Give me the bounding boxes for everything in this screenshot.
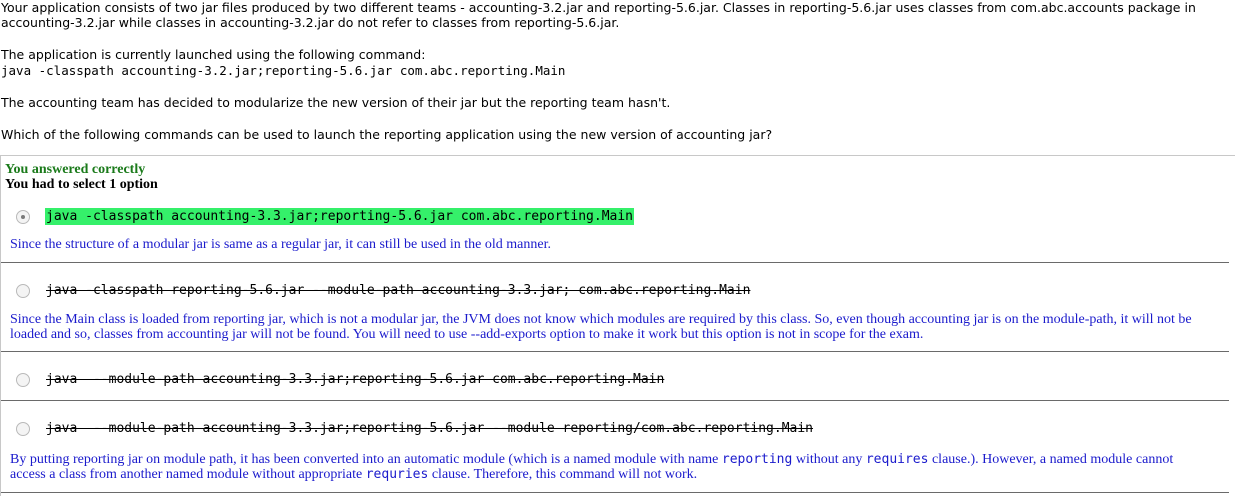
explanation-text: clause. Therefore, this command will not… [428,467,698,482]
option-2-radio[interactable] [16,284,30,298]
option-4-explanation: By putting reporting jar on module path,… [10,452,1225,482]
question-line: Your application consists of two jar fil… [1,0,1196,15]
option-1-explanation: Since the structure of a modular jar is … [10,237,551,252]
option-2-text: java -classpath reporting-5.6.jar --modu… [46,283,751,298]
divider [1,262,1229,263]
explanation-line: access a class from another named module… [10,467,1225,482]
explanation-code: reporting [721,452,793,467]
option-2-explanation: Since the Main class is loaded from repo… [10,312,1225,342]
option-1-radio[interactable] [16,210,30,224]
question-line: The application is currently launched us… [1,47,426,62]
explanation-code: requries [365,467,429,482]
question-line: The accounting team has decided to modul… [1,95,671,110]
explanation-line: By putting reporting jar on module path,… [10,452,1225,467]
option-3-text: java --module-path accounting-3.3.jar;re… [46,372,665,387]
explanation-text: without any [792,452,866,467]
answer-panel: You answered correctly You had to select… [0,155,1235,496]
question-command: java -classpath accounting-3.2.jar;repor… [1,63,566,78]
explanation-text: access a class from another named module… [10,467,366,482]
option-4-radio[interactable] [16,422,30,436]
explanation-line: loaded and so, classes from accounting j… [10,327,924,342]
explanation-line: Since the Main class is loaded from repo… [10,312,1192,327]
result-status: You answered correctly [5,162,146,177]
divider [1,351,1229,352]
question-prompt: Which of the following commands can be u… [1,127,773,142]
option-3-radio[interactable] [16,373,30,387]
option-1-text: java -classpath accounting-3.3.jar;repor… [45,208,634,225]
result-instruction: You had to select 1 option [5,177,158,192]
explanation-code: requires [865,452,929,467]
explanation-text: clause.). However, a named module cannot [928,452,1174,467]
divider [1,492,1229,493]
result-header: You answered correctly You had to select… [5,162,158,192]
explanation-text: By putting reporting jar on module path,… [10,452,722,467]
question-line: accounting-3.2.jar while classes in acco… [1,15,620,30]
option-4-text: java --module-path accounting-3.3.jar;re… [46,421,814,436]
divider [1,400,1229,401]
